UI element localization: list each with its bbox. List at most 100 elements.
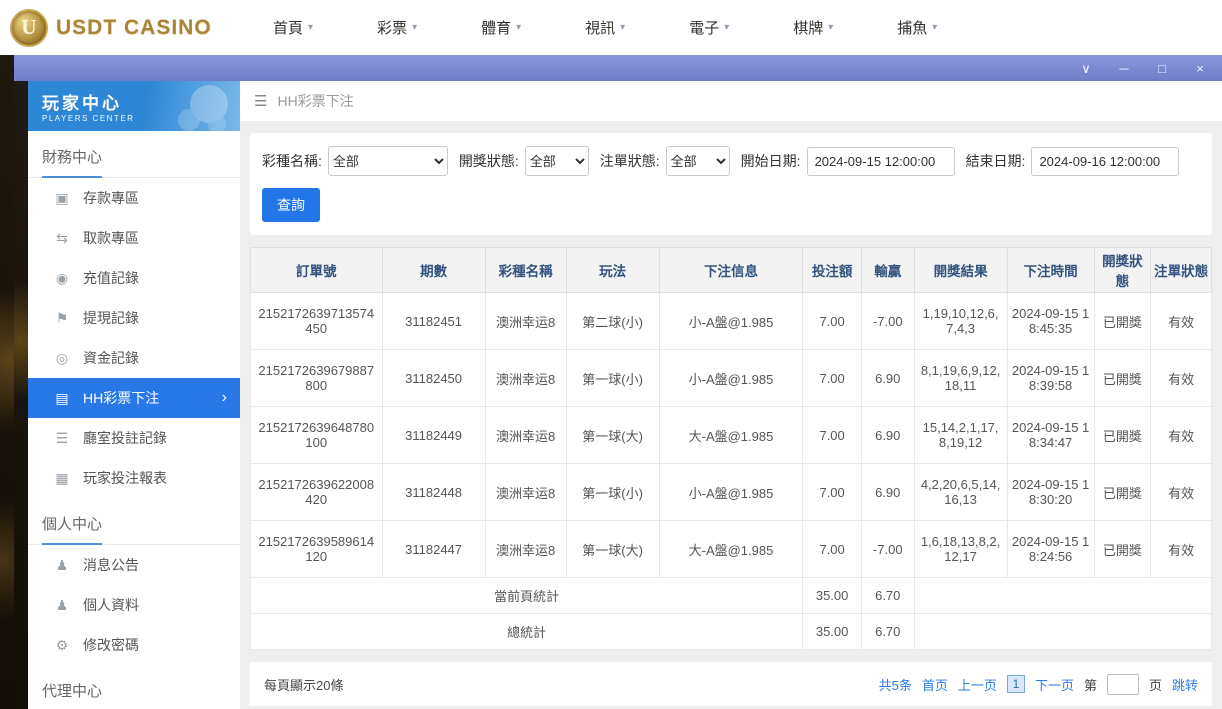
column-header: 注單狀態 — [1151, 248, 1212, 293]
table-cell: 7.00 — [803, 464, 862, 521]
goto-prefix: 第 — [1084, 675, 1097, 694]
table-cell: 2152172639589614120 — [251, 521, 383, 578]
table-cell: 31182449 — [382, 407, 485, 464]
titlebar-controls: ∨ ─ □ × — [1078, 62, 1208, 75]
table-cell: 澳洲幸运8 — [485, 293, 566, 350]
table-cell: -7.00 — [861, 521, 914, 578]
table-cell: 有效 — [1151, 407, 1212, 464]
current-page[interactable]: 1 — [1007, 675, 1025, 693]
table-cell: 8,1,19,6,9,12,18,11 — [914, 350, 1007, 407]
summary-row: 總統計35.006.70 — [251, 614, 1212, 650]
sidebar-item-label: 玩家投注報表 — [83, 468, 167, 488]
filter-input-start-date[interactable] — [807, 147, 955, 176]
chevron-down-icon: ▾ — [308, 22, 313, 33]
goto-page-input[interactable] — [1107, 674, 1139, 695]
filter-label: 注單狀態: — [600, 151, 660, 171]
sidebar-item-withdraw-area[interactable]: ⇆取款專區 — [28, 218, 240, 258]
goto-suffix: 页 — [1149, 675, 1162, 694]
sidebar-item-deposit-area[interactable]: ▣存款專區 — [28, 178, 240, 218]
summary-label: 當前頁統計 — [251, 578, 803, 614]
table-cell: 6.90 — [861, 464, 914, 521]
brand[interactable]: U USDT CASINO — [0, 9, 245, 47]
total-count: 共5条 — [879, 675, 912, 694]
next-page-link[interactable]: 下一页 — [1035, 675, 1074, 694]
table-cell: 已開獎 — [1094, 293, 1151, 350]
table-cell: 31182450 — [382, 350, 485, 407]
sidebar-item-funds-records[interactable]: ◎資金記錄 — [28, 338, 240, 378]
deposit-icon: ▣ — [54, 190, 70, 207]
nav-item[interactable]: 捕魚▾ — [897, 17, 937, 38]
filter-select-draw-status[interactable]: 全部 — [525, 146, 589, 176]
table-body: 215217263971357445031182451澳洲幸运8第二球(小)小-… — [251, 293, 1212, 650]
table-cell: 2152172639622008420 — [251, 464, 383, 521]
filter-panel: 彩種名稱:全部開獎狀態:全部注單狀態:全部開始日期:結束日期: 查詢 — [250, 133, 1212, 235]
table-cell: 大-A盤@1.985 — [659, 407, 803, 464]
window-rollup-icon[interactable]: ∨ — [1078, 62, 1094, 75]
table-row: 215217263967988780031182450澳洲幸运8第一球(小)小-… — [251, 350, 1212, 407]
table-footer: 每頁顯示20條 共5条 首页 上一页 1 下一页 第 页 跳转 — [250, 662, 1212, 706]
sidebar-section-label: 代理中心 — [42, 680, 102, 709]
nav-item[interactable]: 體育▾ — [481, 17, 521, 38]
column-header: 下注信息 — [659, 248, 803, 293]
nav-item[interactable]: 電子 ▾ — [689, 17, 729, 38]
recharge-icon: ◉ — [54, 270, 70, 287]
nav-item-label: 首頁 — [273, 17, 303, 38]
sidebar: 玩家中心 PLAYERS CENTER 財務中心▣存款專區⇆取款專區◉充值記錄⚑… — [28, 81, 240, 709]
nav-item[interactable]: 棋牌▾ — [793, 17, 833, 38]
prev-page-link[interactable]: 上一页 — [958, 675, 997, 694]
nav-item-label: 電子 — [689, 17, 719, 38]
goto-button[interactable]: 跳转 — [1172, 675, 1198, 694]
table-cell: 31182451 — [382, 293, 485, 350]
sidebar-item-recharge-records[interactable]: ◉充值記錄 — [28, 258, 240, 298]
page-header: ☰ HH彩票下注 — [240, 81, 1222, 121]
window-close-icon[interactable]: × — [1192, 62, 1208, 75]
filter-select-lottery-name[interactable]: 全部 — [328, 146, 448, 176]
filter-label: 結束日期: — [966, 151, 1026, 171]
sidebar-section-label: 財務中心 — [42, 146, 102, 178]
table-row: 215217263971357445031182451澳洲幸运8第二球(小)小-… — [251, 293, 1212, 350]
topnav: 首頁 ▾ 彩票▾ 體育▾ 視訊 ▾ 電子 ▾ 棋牌▾ 捕魚▾ — [273, 17, 937, 38]
column-header: 投注額 — [803, 248, 862, 293]
sidebar-item-change-password[interactable]: ⚙修改密碼 — [28, 625, 240, 665]
table-cell: 7.00 — [803, 407, 862, 464]
chevron-down-icon: ▾ — [724, 22, 729, 33]
nav-item[interactable]: 視訊 ▾ — [585, 17, 625, 38]
sidebar-item-hall-bet-records[interactable]: ☰廳室投註記錄 — [28, 418, 240, 458]
column-header: 彩種名稱 — [485, 248, 566, 293]
table-row: 215217263964878010031182449澳洲幸运8第一球(大)大-… — [251, 407, 1212, 464]
password-icon: ⚙ — [54, 637, 70, 654]
table-cell: 澳洲幸运8 — [485, 521, 566, 578]
first-page-link[interactable]: 首页 — [922, 675, 948, 694]
filter-select-bet-status[interactable]: 全部 — [666, 146, 730, 176]
table-cell: 4,2,20,6,5,14,16,13 — [914, 464, 1007, 521]
chevron-down-icon: ▾ — [620, 22, 625, 33]
sidebar-item-hh-lottery-bets[interactable]: ▤HH彩票下注› — [28, 378, 240, 418]
table-cell: 1,6,18,13,8,2,12,17 — [914, 521, 1007, 578]
table-cell: 小-A盤@1.985 — [659, 293, 803, 350]
nav-item[interactable]: 首頁 ▾ — [273, 17, 313, 38]
sidebar-item-messages[interactable]: ♟消息公告 — [28, 545, 240, 585]
sidebar-item-player-bet-report[interactable]: ▦玩家投注報表 — [28, 458, 240, 498]
window-minimize-icon[interactable]: ─ — [1116, 62, 1132, 75]
window-titlebar: ∨ ─ □ × — [14, 55, 1222, 81]
table-cell: 澳洲幸运8 — [485, 350, 566, 407]
table-cell: 2152172639713574450 — [251, 293, 383, 350]
window-maximize-icon[interactable]: □ — [1154, 62, 1170, 75]
table-cell: 15,14,2,1,17,8,19,12 — [914, 407, 1007, 464]
filter-label: 開獎狀態: — [459, 151, 519, 171]
nav-item-label: 棋牌 — [793, 17, 823, 38]
filter-draw-status: 開獎狀態: 全部 — [459, 146, 589, 176]
nav-item-label: 視訊 — [585, 17, 615, 38]
sidebar-item-label: 資金記錄 — [83, 348, 139, 368]
nav-item[interactable]: 彩票▾ — [377, 17, 417, 38]
menu-icon[interactable]: ☰ — [254, 92, 267, 110]
sidebar-item-cashout-records[interactable]: ⚑提現記錄 — [28, 298, 240, 338]
cashout-icon: ⚑ — [54, 310, 70, 327]
table-cell: 澳洲幸运8 — [485, 464, 566, 521]
sidebar-section-title: 個人中心 — [28, 498, 240, 545]
sidebar-item-profile[interactable]: ♟個人資料 — [28, 585, 240, 625]
search-button[interactable]: 查詢 — [262, 188, 320, 222]
table-cell: 大-A盤@1.985 — [659, 521, 803, 578]
filter-input-end-date[interactable] — [1031, 147, 1179, 176]
table-cell: 第一球(大) — [566, 407, 659, 464]
